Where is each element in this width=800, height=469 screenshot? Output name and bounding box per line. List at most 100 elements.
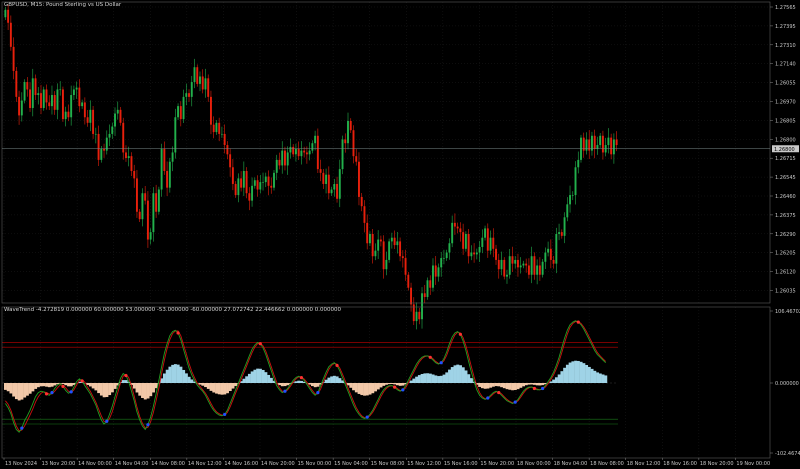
candle-body: [149, 232, 152, 240]
candle-body: [508, 256, 511, 275]
candle-body: [421, 293, 423, 320]
histogram-bar: [99, 383, 103, 396]
candle-body: [220, 133, 223, 135]
candle-body: [262, 182, 264, 183]
histogram-bar: [368, 383, 372, 395]
candle-body: [240, 178, 243, 188]
cross-dot: [299, 375, 304, 380]
time-label: 14 Nov 04:00: [115, 461, 149, 467]
candle-body: [215, 122, 218, 133]
candle-body: [300, 150, 303, 157]
histogram-bar: [121, 380, 125, 383]
candle-body: [388, 241, 391, 260]
candle-body: [127, 156, 130, 159]
candle-body: [527, 265, 530, 275]
histogram-bar: [324, 379, 328, 383]
candle-body: [519, 265, 522, 268]
candle-body: [410, 287, 413, 305]
histogram-bar: [395, 383, 399, 386]
histogram-bar: [25, 383, 29, 396]
candle-body: [456, 226, 459, 229]
time-label: 18 Nov 00:00: [517, 461, 551, 467]
histogram-bar: [335, 376, 339, 383]
candle-body: [177, 106, 180, 118]
histogram-bar: [338, 378, 342, 383]
histogram-bar: [36, 383, 40, 388]
candle-body: [253, 180, 256, 186]
histogram-bar: [596, 372, 600, 383]
histogram-bar: [450, 367, 454, 383]
histogram-bar: [327, 377, 331, 383]
candle-body: [81, 102, 84, 107]
candle-body: [322, 172, 325, 184]
histogram-bar: [483, 383, 487, 389]
histogram-bar: [565, 364, 569, 383]
histogram-bar: [132, 383, 136, 389]
cross-dot: [20, 426, 24, 430]
candle-body: [355, 156, 358, 162]
histogram-bar: [516, 383, 520, 390]
price-label: 1.27395: [775, 24, 796, 30]
current-price-label: 1.26800: [774, 147, 795, 153]
histogram-bar: [300, 380, 303, 383]
histogram-bar: [502, 383, 506, 389]
candle-body: [393, 237, 396, 246]
candle-body: [160, 148, 163, 190]
histogram-bar: [256, 368, 260, 383]
candle-body: [569, 195, 571, 205]
histogram-bar: [173, 364, 177, 383]
candle-body: [495, 248, 497, 260]
candle-body: [514, 259, 517, 264]
candle-body: [125, 152, 127, 159]
histogram-bar: [6, 383, 10, 392]
candle-body: [40, 93, 42, 108]
candle-body: [571, 195, 574, 196]
histogram-bar: [467, 374, 471, 383]
candle-body: [303, 150, 306, 153]
candle-body: [138, 211, 141, 220]
candle-body: [70, 95, 73, 118]
histogram-bar: [168, 366, 172, 383]
histogram-bar: [110, 383, 114, 393]
cross-dot: [428, 355, 432, 359]
candle-body: [9, 22, 12, 47]
candle-body: [245, 170, 248, 194]
histogram-bar: [88, 383, 92, 387]
candle-body: [179, 106, 182, 120]
histogram-bar: [428, 373, 432, 383]
candle-body: [111, 126, 114, 134]
candle-body: [201, 76, 204, 90]
indicator-scale-label: -102.467466: [775, 451, 800, 457]
candle-body: [94, 133, 97, 135]
candle-body: [470, 252, 473, 257]
histogram-bar: [12, 383, 16, 397]
histogram-bar: [437, 376, 441, 383]
cross-dot: [497, 390, 501, 395]
time-label: 18 Nov 12:00: [627, 461, 661, 467]
candle-body: [53, 95, 56, 110]
histogram-bar: [143, 383, 147, 400]
histogram-bar: [401, 383, 405, 386]
histogram-bar: [280, 383, 284, 387]
candle-body: [338, 169, 341, 199]
candle-body: [42, 89, 45, 108]
cross-dot: [458, 332, 462, 336]
histogram-bar: [215, 383, 219, 394]
histogram-bar: [165, 369, 169, 383]
histogram-bar: [417, 375, 421, 383]
histogram-bar: [179, 366, 183, 383]
histogram-bar: [445, 372, 449, 383]
candle-body: [544, 252, 547, 262]
candle-body: [12, 46, 15, 71]
price-label: 1.26545: [775, 175, 796, 181]
candle-body: [284, 150, 286, 166]
price-label: 1.27140: [775, 62, 796, 68]
histogram-bar: [162, 373, 166, 383]
histogram-bar: [206, 383, 210, 389]
candle-body: [492, 237, 495, 249]
candle-body: [407, 274, 410, 288]
histogram-bar: [4, 383, 7, 390]
histogram-bar: [576, 360, 580, 383]
candle-body: [596, 145, 599, 149]
histogram-bar: [97, 383, 101, 394]
